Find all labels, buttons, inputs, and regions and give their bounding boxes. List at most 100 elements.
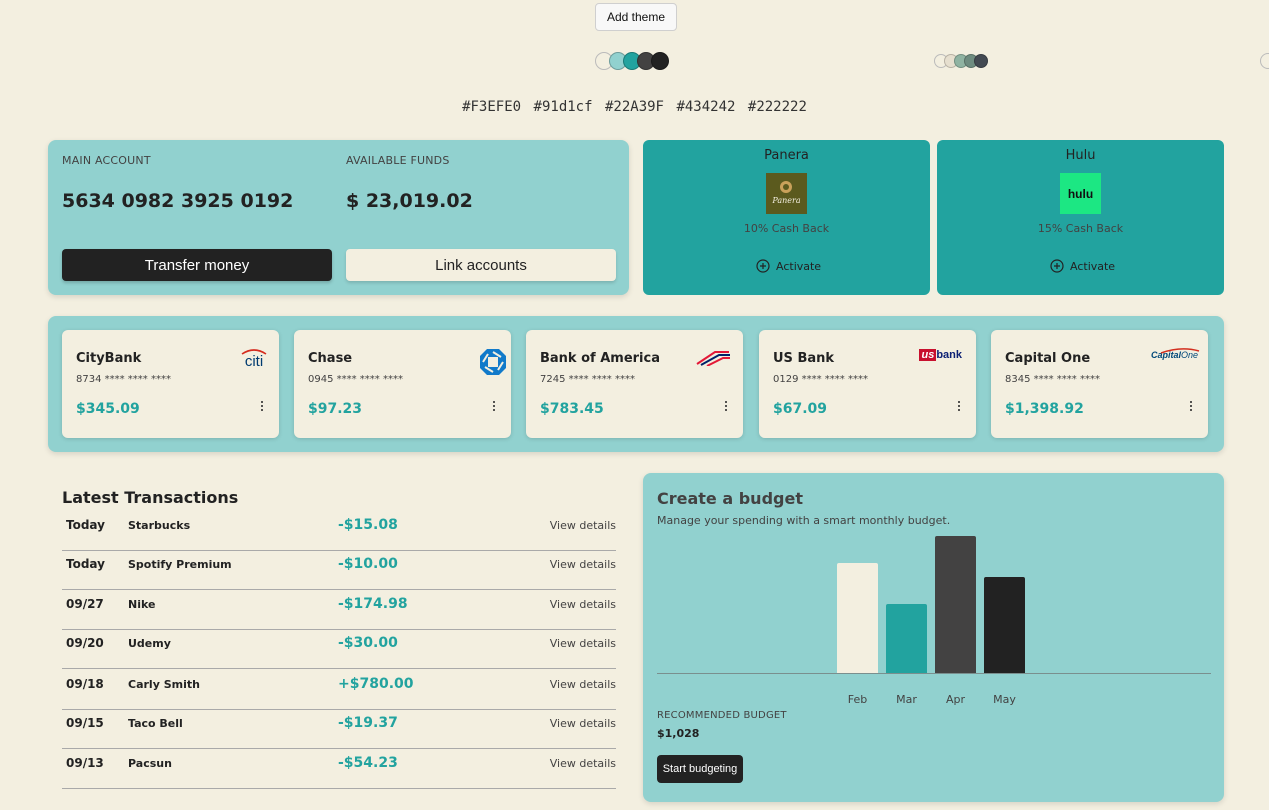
bank-card-citybank[interactable]: CityBank citi 8734 **** **** **** $345.0… — [62, 330, 279, 438]
transactions-title: Latest Transactions — [62, 488, 239, 507]
view-details-link[interactable]: View details — [550, 519, 616, 532]
citi-logo: citi — [239, 348, 269, 372]
bank-balance: $1,398.92 — [1005, 401, 1084, 417]
transaction-date: 09/18 — [66, 677, 104, 691]
transaction-date: 09/20 — [66, 636, 104, 650]
chart-baseline — [657, 673, 1211, 674]
transaction-merchant: Starbucks — [128, 519, 191, 532]
bank-name: Capital One — [1005, 351, 1091, 366]
recommended-budget-label: RECOMMENDED BUDGET — [657, 710, 787, 721]
chart-x-label: Mar — [896, 693, 917, 706]
transaction-row: Today Starbucks -$15.08 View details — [62, 510, 616, 551]
chart-x-label: Apr — [945, 693, 966, 706]
activate-label: Activate — [1070, 259, 1116, 273]
start-budgeting-button[interactable]: Start budgeting — [657, 755, 743, 783]
main-account-label: MAIN ACCOUNT — [62, 154, 151, 167]
offer-cashback: 15% Cash Back — [1037, 222, 1124, 235]
view-details-link[interactable]: View details — [550, 637, 616, 650]
transaction-date: 09/15 — [66, 716, 104, 730]
palette-swatch — [651, 52, 669, 70]
bank-card-bank-of-america[interactable]: Bank of America 7245 **** **** **** $783… — [526, 330, 743, 438]
chase-logo — [479, 348, 507, 380]
hulu-logo: hulu — [1060, 173, 1101, 214]
chart-bar-mar — [886, 604, 927, 673]
capital-one-logo: CapitalOne — [1150, 348, 1200, 360]
more-options-icon[interactable] — [954, 398, 964, 414]
bank-card-us-bank[interactable]: US Bank us bank 0129 **** **** **** $67.0… — [759, 330, 976, 438]
view-details-link[interactable]: View details — [550, 717, 616, 730]
bank-account-number: 8345 **** **** **** — [1005, 374, 1100, 385]
bank-balance: $345.09 — [76, 401, 140, 417]
bank-name: CityBank — [76, 351, 142, 366]
transaction-row: 09/15 Taco Bell -$19.37 View details — [62, 708, 616, 749]
transaction-amount: -$15.08 — [338, 517, 398, 533]
view-details-link[interactable]: View details — [550, 558, 616, 571]
transaction-amount: -$174.98 — [338, 596, 408, 612]
offer-cashback: 10% Cash Back — [743, 222, 830, 235]
bank-card-chase[interactable]: Chase 0945 **** **** **** $97.23 — [294, 330, 511, 438]
transaction-date: Today — [66, 518, 105, 532]
transaction-merchant: Udemy — [128, 637, 171, 650]
offer-card-panera: Panera Panera 10% Cash Back Activate — [643, 140, 930, 295]
bank-name: US Bank — [773, 351, 835, 366]
transaction-date: 09/27 — [66, 597, 104, 611]
transaction-merchant: Carly Smith — [128, 678, 200, 691]
activate-label: Activate — [776, 259, 822, 273]
more-options-icon[interactable] — [489, 398, 499, 414]
link-accounts-button[interactable]: Link accounts — [346, 249, 616, 281]
plus-circle-icon — [1050, 259, 1064, 273]
offer-title: Panera — [764, 148, 809, 163]
plus-circle-icon — [756, 259, 770, 273]
transaction-amount: +$780.00 — [338, 676, 414, 692]
more-options-icon[interactable] — [1186, 398, 1196, 414]
transaction-row: 09/13 Pacsun -$54.23 View details — [62, 748, 616, 789]
transaction-amount: -$30.00 — [338, 635, 398, 651]
transfer-money-button[interactable]: Transfer money — [62, 249, 332, 281]
more-options-icon[interactable] — [257, 398, 267, 414]
palette-hex-2: #91d1cf — [533, 99, 593, 115]
chart-x-label: May — [993, 693, 1016, 706]
bank-account-number: 0129 **** **** **** — [773, 374, 868, 385]
view-details-link[interactable]: View details — [550, 757, 616, 770]
bank-account-number: 0945 **** **** **** — [308, 374, 403, 385]
chart-bar-apr — [935, 536, 976, 673]
activate-offer-button[interactable]: Activate — [1050, 258, 1115, 274]
transaction-merchant: Spotify Premium — [128, 558, 232, 571]
bank-account-number: 7245 **** **** **** — [540, 374, 635, 385]
transaction-amount: -$54.23 — [338, 755, 398, 771]
more-options-icon[interactable] — [721, 398, 731, 414]
transaction-merchant: Nike — [128, 598, 156, 611]
chart-x-label: Feb — [847, 693, 868, 706]
palette-hex-codes: #F3EFE0 #91d1cf #22A39F #434242 #222222 — [0, 99, 1269, 115]
bank-card-capital-one[interactable]: Capital One CapitalOne 8345 **** **** **… — [991, 330, 1208, 438]
budget-card: Create a budget Manage your spending wit… — [643, 473, 1224, 802]
bank-name: Chase — [308, 351, 353, 366]
transaction-row: Today Spotify Premium -$10.00 View detai… — [62, 549, 616, 590]
budget-bar-chart: Feb Mar Apr May — [643, 473, 1224, 713]
transaction-date: Today — [66, 557, 105, 571]
add-theme-button[interactable]: Add theme — [595, 3, 677, 31]
transaction-merchant: Taco Bell — [128, 717, 183, 730]
offer-card-hulu: Hulu hulu 15% Cash Back Activate — [937, 140, 1224, 295]
palette-swatch — [974, 54, 988, 68]
transaction-amount: -$10.00 — [338, 556, 398, 572]
panera-logo: Panera — [766, 173, 807, 214]
available-funds-label: AVAILABLE FUNDS — [346, 154, 450, 167]
bank-balance: $67.09 — [773, 401, 828, 417]
palette-hex-4: #434242 — [676, 99, 736, 115]
view-details-link[interactable]: View details — [550, 598, 616, 611]
transaction-merchant: Pacsun — [128, 757, 172, 770]
transaction-row: 09/20 Udemy -$30.00 View details — [62, 628, 616, 669]
chart-bar-may — [984, 577, 1025, 673]
transaction-date: 09/13 — [66, 756, 104, 770]
palette-hex-5: #222222 — [747, 99, 807, 115]
available-funds-value: $ 23,019.02 — [346, 190, 473, 212]
palette-hex-3: #22A39F — [604, 99, 664, 115]
theme-palette-edge[interactable] — [1260, 53, 1269, 69]
transaction-row: 09/18 Carly Smith +$780.00 View details — [62, 669, 616, 710]
activate-offer-button[interactable]: Activate — [756, 258, 821, 274]
us-bank-logo: us bank — [919, 349, 962, 361]
bank-balance: $97.23 — [308, 401, 363, 417]
chart-bar-feb — [837, 563, 878, 673]
view-details-link[interactable]: View details — [550, 678, 616, 691]
